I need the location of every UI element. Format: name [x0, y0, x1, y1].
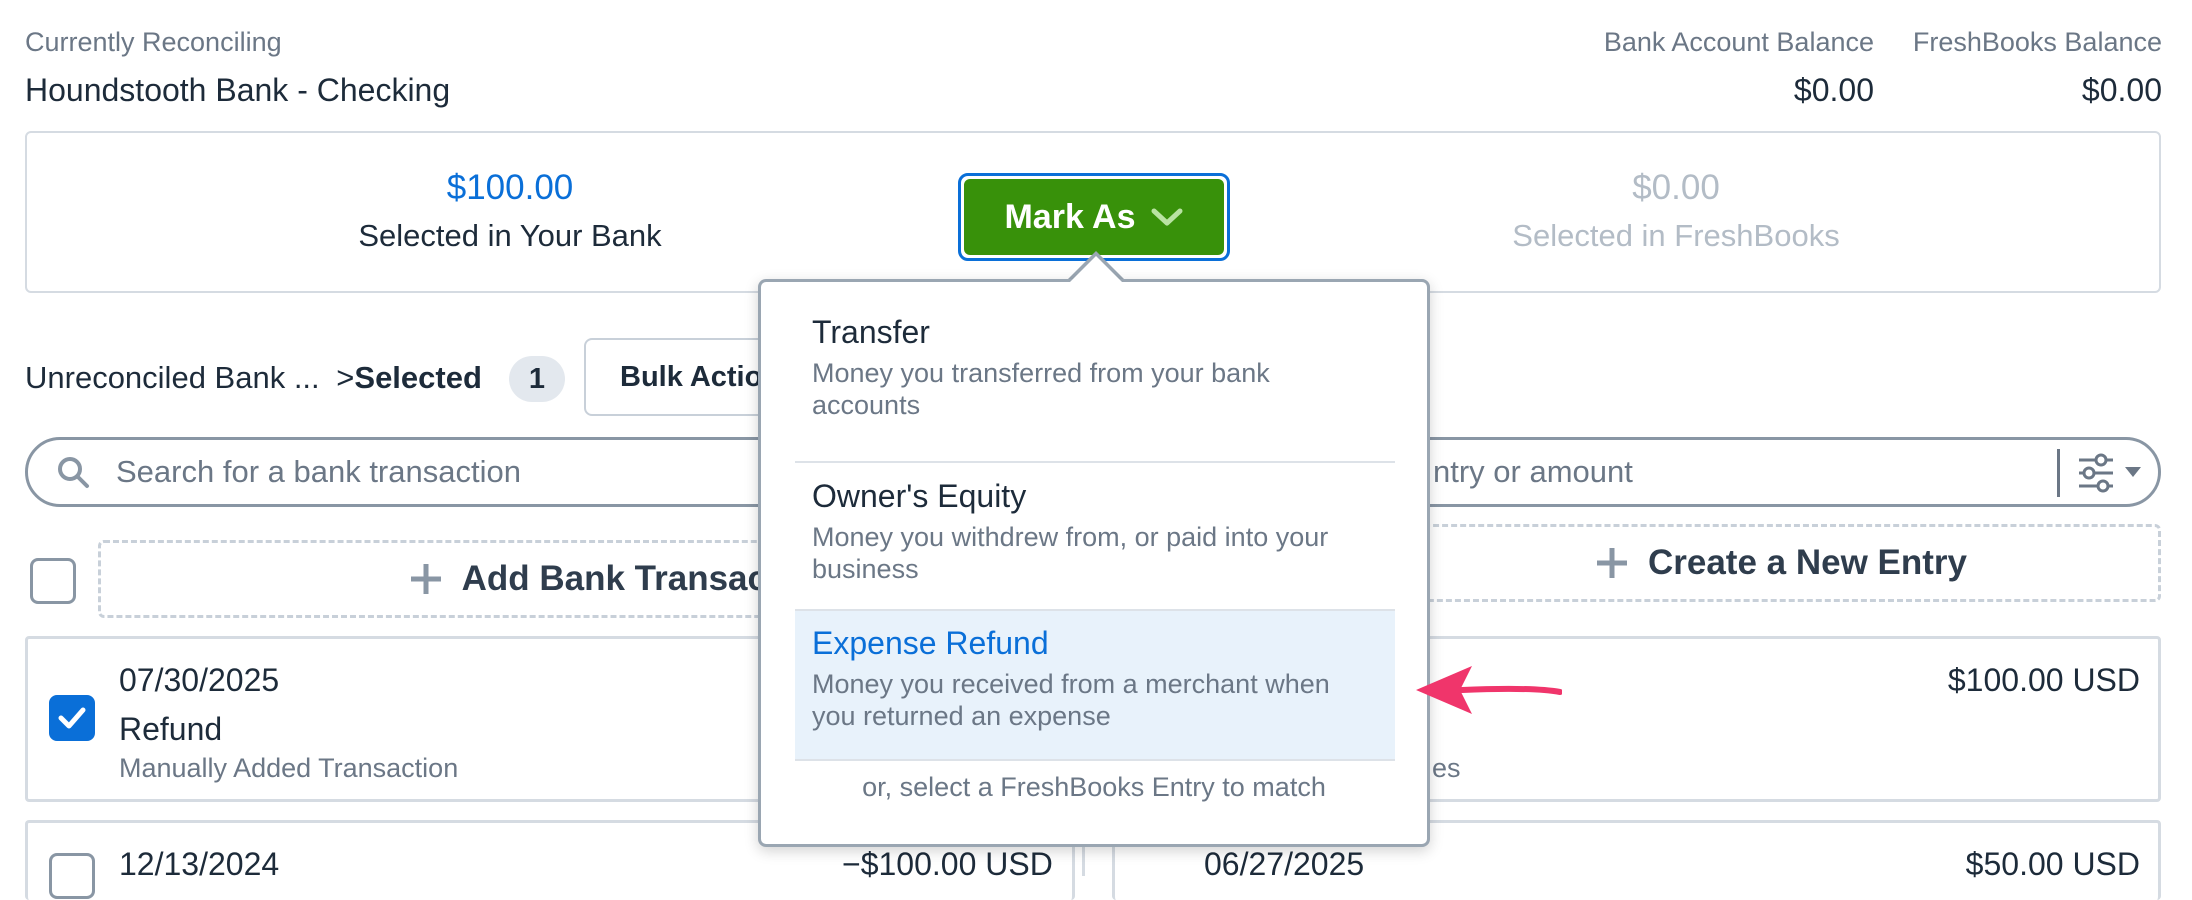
dropdown-item-description: Money you withdrew from, or paid into yo… [812, 522, 1329, 584]
search-icon [56, 455, 90, 489]
fb-selected-amount: $0.00 [1632, 168, 1720, 207]
breadcrumb-separator: > [336, 360, 355, 395]
bank-search-placeholder: Search for a bank transaction [116, 454, 521, 489]
annotation-arrow-icon [1412, 662, 1563, 723]
bulk-actions-label: Bulk Actio [620, 360, 763, 393]
fb-row-date: 06/27/2025 [1204, 846, 1365, 882]
chevron-down-icon [1150, 206, 1184, 228]
row-date: 12/13/2024 [119, 846, 280, 882]
row-description: Refund [119, 711, 223, 747]
freshbooks-balance-label: FreshBooks Balance [1912, 27, 2162, 57]
dropdown-item-expense-refund[interactable]: Expense Refund Money you received from a… [795, 611, 1395, 759]
bank-balance-label: Bank Account Balance [1603, 27, 1874, 57]
select-all-checkbox[interactable] [30, 558, 76, 604]
fb-row-amount: $50.00 USD [1965, 846, 2140, 882]
row-date: 07/30/2025 [119, 662, 280, 698]
plus-icon [408, 561, 444, 597]
mark-as-label: Mark As [1004, 197, 1136, 236]
dropdown-item-description: Money you transferred from your bank acc… [812, 358, 1270, 420]
dropdown-item-title: Owner's Equity [812, 478, 1027, 514]
row-amount: −$100.00 USD [842, 846, 1053, 882]
dropdown-item-description: Money you received from a merchant when … [812, 669, 1330, 731]
mark-as-button[interactable]: Mark As [958, 173, 1230, 261]
plus-icon [1594, 545, 1630, 581]
dropdown-item-transfer[interactable]: Transfer Money you transferred from your… [795, 300, 1395, 422]
bank-balance-value: $0.00 [1793, 72, 1874, 108]
breadcrumb-current: Selected [354, 360, 482, 395]
dropdown-item-title: Transfer [812, 314, 930, 350]
row-checkbox[interactable] [49, 695, 95, 741]
add-bank-transaction-label: Add Bank Transacti [461, 559, 789, 598]
checkmark-icon [57, 705, 87, 731]
fb-row-source: es [1432, 753, 1461, 783]
row-source: Manually Added Transaction [119, 753, 459, 783]
selected-count-badge: 1 [509, 356, 565, 402]
breadcrumb-parent[interactable]: Unreconciled Bank ... [25, 360, 320, 395]
dropdown-separator [795, 461, 1395, 463]
filter-sliders-icon[interactable] [2077, 453, 2143, 498]
search-divider [2057, 449, 2060, 497]
dropdown-item-owners-equity[interactable]: Owner's Equity Money you withdrew from, … [795, 464, 1395, 588]
breadcrumb: Unreconciled Bank ... >Selected [25, 360, 482, 396]
create-new-entry-button[interactable]: Create a New Entry [1400, 524, 2161, 602]
fb-selected-label: Selected in FreshBooks [1512, 218, 1840, 253]
reconciling-label: Currently Reconciling [25, 27, 282, 57]
fb-search-placeholder: ntry or amount [1433, 454, 1633, 489]
account-name: Houndstooth Bank - Checking [25, 72, 451, 108]
dropdown-footer: or, select a FreshBooks Entry to match [862, 772, 1326, 802]
row-checkbox[interactable] [49, 853, 95, 899]
bank-selected-label: Selected in Your Bank [358, 218, 662, 253]
freshbooks-balance-value: $0.00 [2081, 72, 2162, 108]
dropdown-item-title: Expense Refund [812, 625, 1049, 661]
create-new-entry-label: Create a New Entry [1647, 543, 1968, 582]
bank-selected-amount: $100.00 [446, 168, 574, 207]
dropdown-pointer-fill [1070, 256, 1122, 282]
dropdown-separator [795, 759, 1395, 761]
fb-row-amount: $100.00 USD [1947, 662, 2140, 698]
mark-as-dropdown: Transfer Money you transferred from your… [758, 279, 1430, 847]
